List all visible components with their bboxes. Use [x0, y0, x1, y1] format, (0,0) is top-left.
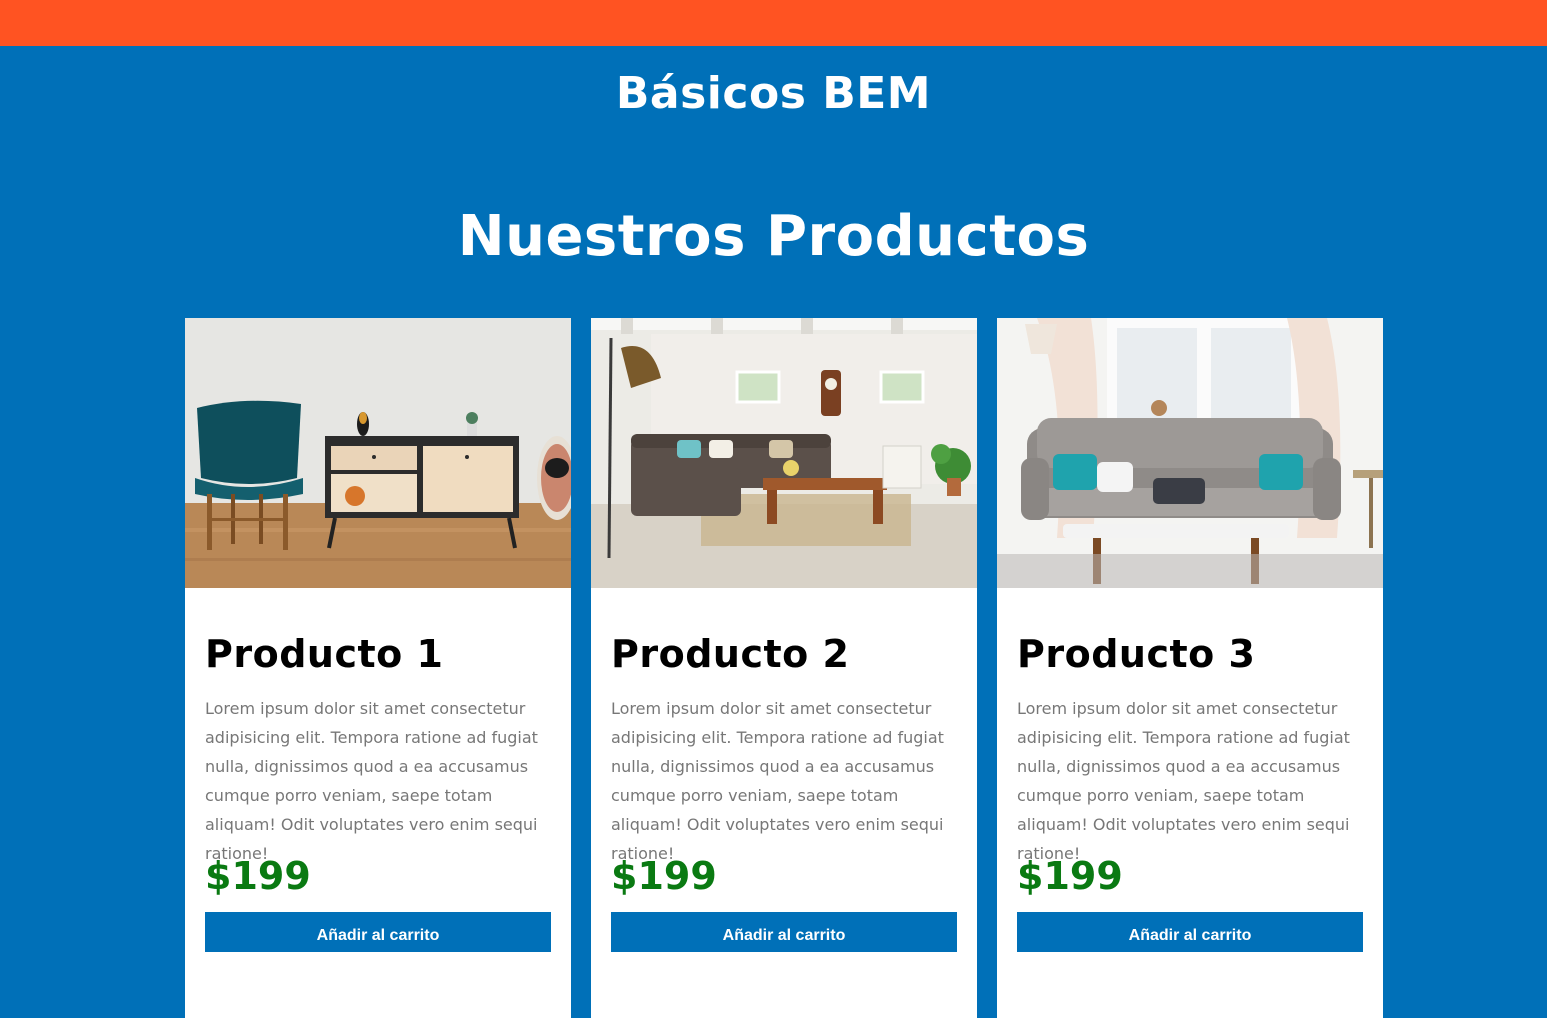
product-1-body: Producto 1 Lorem ipsum dolor sit amet co… — [185, 588, 571, 952]
product-3-price: $199 — [1017, 854, 1123, 898]
section-title: Nuestros Productos — [457, 204, 1090, 269]
product-1-add-to-cart-button[interactable]: Añadir al carrito — [205, 912, 551, 952]
product-3-image — [997, 318, 1383, 588]
product-1-price: $199 — [205, 854, 311, 898]
product-2-title: Producto 2 — [611, 632, 850, 676]
product-3-description: Lorem ipsum dolor sit amet consectetur a… — [1017, 699, 1350, 863]
product-card-2: Producto 2 Lorem ipsum dolor sit amet co… — [591, 318, 977, 1018]
product-2-image — [591, 318, 977, 588]
site-title: Básicos BEM — [615, 68, 932, 119]
product-2-description: Lorem ipsum dolor sit amet consectetur a… — [611, 699, 944, 863]
top-accent-bar — [0, 0, 1547, 46]
product-2-price: $199 — [611, 854, 717, 898]
product-1-image — [185, 318, 571, 588]
product-card-3: Producto 3 Lorem ipsum dolor sit amet co… — [997, 318, 1383, 1018]
product-3-title: Producto 3 — [1017, 632, 1256, 676]
product-grid: Producto 1 Lorem ipsum dolor sit amet co… — [185, 318, 1383, 1018]
site-header: Básicos BEM — [0, 46, 1547, 186]
product-2-add-to-cart-button[interactable]: Añadir al carrito — [611, 912, 957, 952]
product-card-1: Producto 1 Lorem ipsum dolor sit amet co… — [185, 318, 571, 1018]
product-3-body: Producto 3 Lorem ipsum dolor sit amet co… — [997, 588, 1383, 952]
product-1-title: Producto 1 — [205, 632, 444, 676]
product-3-add-to-cart-button[interactable]: Añadir al carrito — [1017, 912, 1363, 952]
product-1-description: Lorem ipsum dolor sit amet consectetur a… — [205, 699, 538, 863]
product-2-body: Producto 2 Lorem ipsum dolor sit amet co… — [591, 588, 977, 952]
